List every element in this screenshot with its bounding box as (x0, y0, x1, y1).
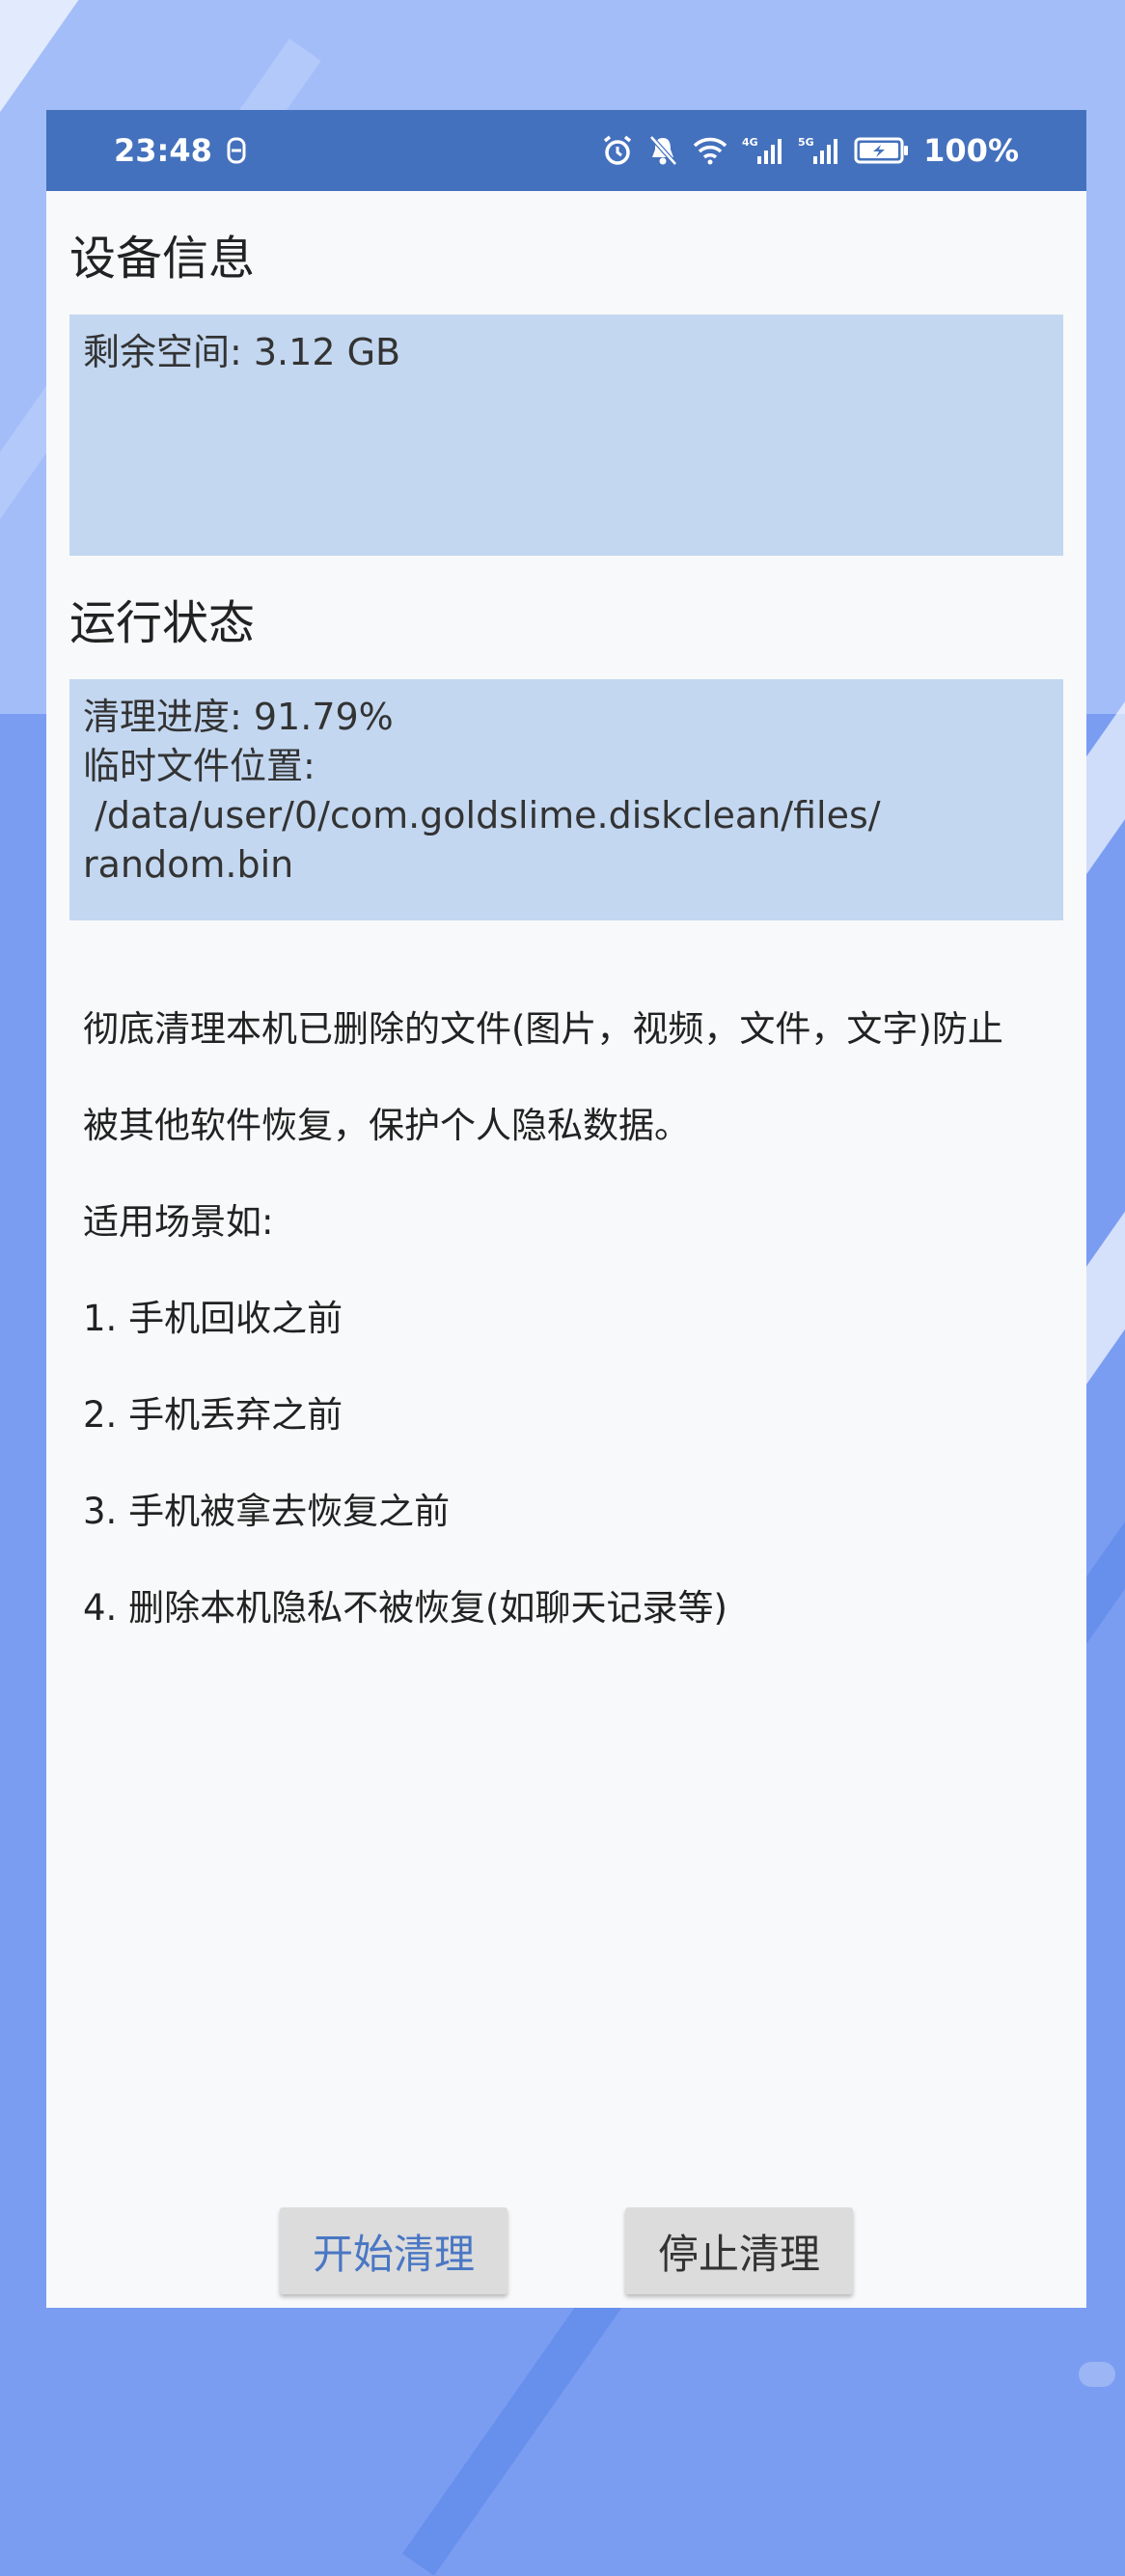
device-info-box: 剩余空间: 3.12 GB (69, 315, 1063, 556)
description-line: 适用场景如: (83, 1201, 274, 1243)
wifi-icon (692, 136, 728, 165)
scenario-item: 4. 删除本机隐私不被恢复(如聊天记录等) (83, 1587, 727, 1629)
battery-charging-icon (854, 136, 910, 165)
battery-percent: 100% (923, 132, 1019, 169)
svg-text:5G: 5G (798, 136, 814, 149)
description-text: 彻底清理本机已删除的文件(图片，视频，文件，文字)防止 被其他软件恢复，保护个人… (83, 957, 1050, 1681)
temp-file-label: 临时文件位置: (83, 745, 316, 787)
scenario-item: 2. 手机丢弃之前 (83, 1394, 343, 1436)
main-content: 设备信息 剩余空间: 3.12 GB 运行状态 清理进度: 91.79% 临时文… (46, 220, 1086, 1681)
status-time: 23:48 (114, 132, 212, 169)
temp-file-path: /data/user/0/com.goldslime.diskclean/fil… (83, 794, 881, 836)
watermark-badge (1079, 2362, 1115, 2387)
device-info-title: 设备信息 (69, 232, 256, 286)
usb-debug-icon (226, 137, 247, 164)
run-status-box: 清理进度: 91.79% 临时文件位置: /data/user/0/com.go… (69, 679, 1063, 920)
alarm-icon (601, 134, 634, 167)
status-bar: 23:48 4G 5G 100% (46, 110, 1086, 191)
action-buttons: 开始清理 停止清理 (46, 2207, 1086, 2294)
run-status-title: 运行状态 (69, 596, 256, 650)
signal-4g-icon: 4G (742, 135, 784, 166)
stop-clean-button[interactable]: 停止清理 (625, 2207, 853, 2294)
scenario-item: 1. 手机回收之前 (83, 1298, 343, 1339)
mute-bell-icon (647, 134, 678, 167)
free-space-text: 剩余空间: 3.12 GB (83, 331, 401, 373)
description-line: 被其他软件恢复，保护个人隐私数据。 (83, 1105, 690, 1146)
start-clean-button[interactable]: 开始清理 (280, 2207, 508, 2294)
temp-file-name: random.bin (83, 843, 294, 886)
app-window: 23:48 4G 5G 100% 设备信息 剩余空间: 3.12 GB 运行状态… (46, 110, 1086, 2308)
svg-text:4G: 4G (742, 136, 758, 149)
progress-text: 清理进度: 91.79% (83, 696, 394, 738)
signal-5g-icon: 5G (798, 135, 840, 166)
description-line: 彻底清理本机已删除的文件(图片，视频，文件，文字)防止 (83, 1008, 1003, 1050)
scenario-item: 3. 手机被拿去恢复之前 (83, 1491, 451, 1532)
